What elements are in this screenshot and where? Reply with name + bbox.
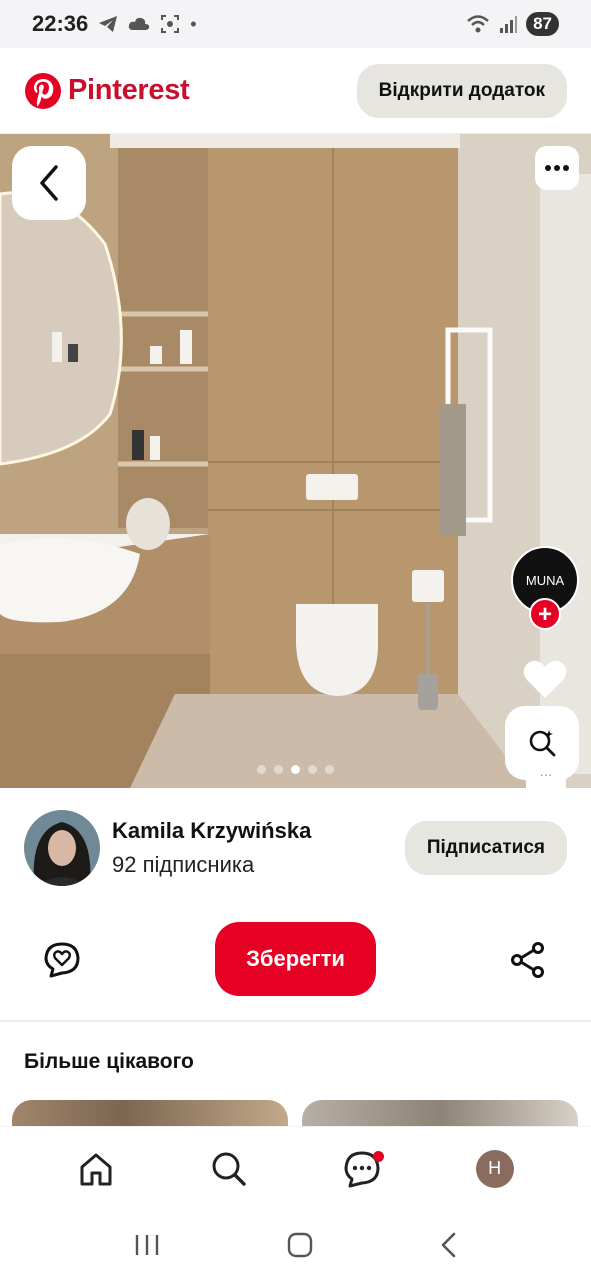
chevron-left-icon <box>40 165 58 201</box>
carousel-dot[interactable] <box>257 765 266 774</box>
carousel-dot[interactable] <box>274 765 283 774</box>
home-icon <box>80 1153 112 1185</box>
pin-image[interactable] <box>0 134 591 788</box>
back-nav-icon[interactable] <box>439 1231 459 1259</box>
lens-search-icon <box>529 730 556 757</box>
wifi-icon <box>467 15 489 33</box>
signal-icon <box>500 16 518 33</box>
more-ideas-title: Більше цікавого <box>24 1050 194 1073</box>
subscribe-button[interactable]: Підписатися <box>404 821 567 875</box>
followers-count: 92 підписника <box>112 852 255 877</box>
carousel-dot[interactable] <box>325 765 334 774</box>
action-row: Зберегти <box>0 920 591 1000</box>
comment-button[interactable] <box>40 938 84 982</box>
pinterest-logo-text: Pinterest <box>68 74 190 106</box>
system-nav-bar <box>0 1210 591 1280</box>
nav-messages[interactable] <box>340 1147 384 1191</box>
status-icons-left: • <box>98 13 197 35</box>
pinterest-header: Pinterest Відкрити додаток <box>0 48 591 134</box>
search-icon <box>212 1152 246 1186</box>
more-horizontal-icon <box>545 165 569 171</box>
status-bar: 22:36 • 87 <box>0 0 591 48</box>
comment-heart-icon <box>44 942 80 978</box>
nav-home[interactable] <box>74 1147 118 1191</box>
pinterest-logo-icon <box>25 72 61 109</box>
share-icon <box>511 942 544 978</box>
back-button[interactable] <box>12 146 86 220</box>
status-time: 22:36 <box>32 11 89 36</box>
user-avatar[interactable] <box>24 810 100 886</box>
user-name[interactable]: Kamila Krzywińska <box>112 818 311 844</box>
status-icons-right: 87 <box>466 12 559 36</box>
nav-search[interactable] <box>207 1147 251 1191</box>
save-button[interactable]: Зберегти <box>215 922 376 996</box>
screenshot-icon <box>161 15 180 33</box>
carousel-dot[interactable] <box>308 765 317 774</box>
more-options-button[interactable] <box>535 146 579 190</box>
carousel-dot-active[interactable] <box>291 765 300 774</box>
dot-icon: • <box>190 13 197 34</box>
battery-icon: 87 <box>526 12 559 36</box>
telegram-icon <box>99 16 118 32</box>
cloud-icon <box>129 17 150 30</box>
recent-apps-icon[interactable] <box>133 1232 161 1258</box>
heart-icon[interactable] <box>522 658 568 702</box>
home-button-icon[interactable] <box>286 1231 314 1259</box>
pin-photo <box>0 134 591 788</box>
more-bubble[interactable]: ··· <box>526 768 566 788</box>
follow-plus-button[interactable]: + <box>529 598 561 630</box>
creator-row: Kamila Krzywińska 92 підписника Підписат… <box>0 788 591 908</box>
open-app-button[interactable]: Відкрити додаток <box>356 63 567 118</box>
bottom-nav: H <box>0 1126 591 1210</box>
pinterest-logo[interactable]: Pinterest <box>24 72 190 110</box>
notification-dot <box>372 1150 384 1162</box>
nav-profile[interactable]: H <box>473 1147 517 1191</box>
carousel-indicator <box>0 765 591 774</box>
profile-icon: H <box>475 1149 514 1188</box>
share-button[interactable] <box>506 938 550 982</box>
divider <box>0 1020 591 1022</box>
avatar-photo <box>24 810 100 886</box>
user-info: Kamila Krzywińska 92 підписника <box>112 818 311 878</box>
